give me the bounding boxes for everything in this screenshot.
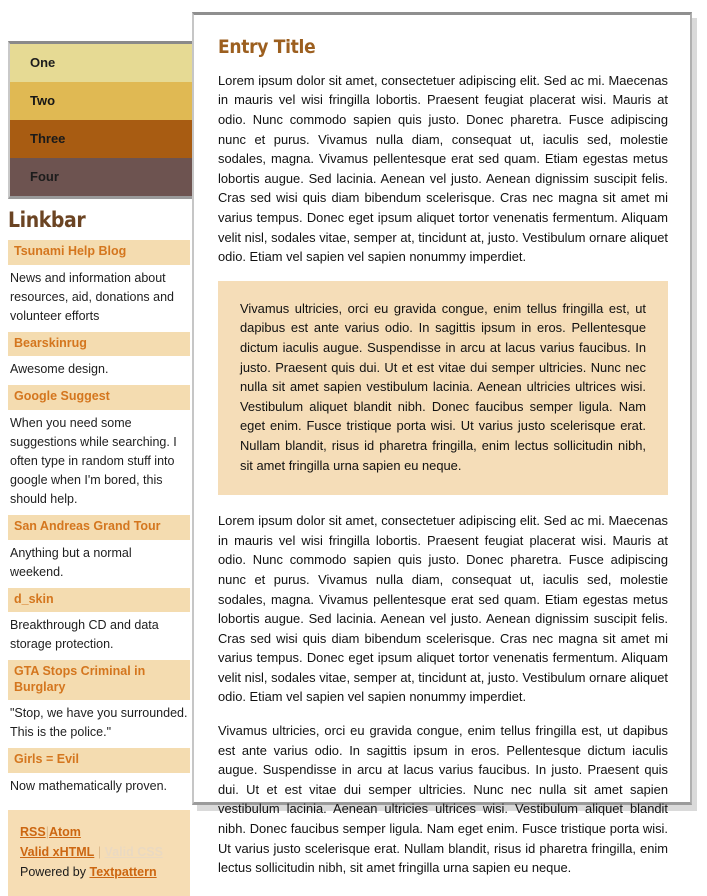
entry-blockquote-text: Vivamus ultricies, orci eu gravida congu… — [240, 300, 646, 473]
valid-css-link[interactable]: Valid CSS — [105, 845, 163, 859]
feed-links-row: RSS|Atom — [20, 822, 180, 842]
linkbar-link-title[interactable]: Tsunami Help Blog — [8, 240, 190, 265]
sidebar-footer: RSS|Atom Valid xHTML | Valid CSS Powered… — [8, 810, 190, 896]
linkbar-link-title[interactable]: Girls = Evil — [8, 748, 190, 774]
sidebar: One Two Three Four Linkbar Tsunami Help … — [0, 0, 196, 896]
linkbar-link-description: "Stop, we have you surrounded. This is t… — [10, 706, 188, 740]
linkbar-title: Linkbar — [8, 208, 86, 232]
entry-title: Entry Title — [218, 36, 316, 58]
linkbar-link-description: News and information about resources, ai… — [10, 270, 174, 323]
powered-by-row: Powered by Textpattern — [20, 862, 180, 882]
linkbar-link-title[interactable]: Bearskinrug — [8, 331, 190, 357]
linkbar-link-description: Breakthrough CD and data storage protect… — [10, 618, 159, 652]
linkbar-link-description: When you need some suggestions while sea… — [10, 415, 177, 506]
nav-item-two[interactable]: Two — [10, 82, 192, 120]
nav-item-one[interactable]: One — [10, 44, 192, 82]
validation-links-row: Valid xHTML | Valid CSS — [20, 842, 180, 862]
linkbar-link-title[interactable]: Google Suggest — [8, 385, 190, 410]
nav-item-label: One — [30, 55, 56, 70]
content-panel: Entry Title Lorem ipsum dolor sit amet, … — [192, 12, 692, 875]
linkbar-link-description: Awesome design. — [10, 362, 109, 377]
separator: | — [97, 845, 102, 860]
linkbar: Linkbar Tsunami Help Blog News and infor… — [8, 208, 190, 896]
linkbar-link-description: Now mathematically proven. — [10, 779, 168, 794]
textpattern-link[interactable]: Textpattern — [90, 865, 157, 879]
entry-paragraph: Lorem ipsum dolor sit amet, consectetuer… — [218, 513, 668, 705]
nav-item-four[interactable]: Four — [10, 158, 192, 196]
entry-paragraph: Lorem ipsum dolor sit amet, consectetuer… — [218, 72, 668, 265]
rss-link[interactable]: RSS — [20, 825, 46, 839]
nav-menu: One Two Three Four — [8, 41, 194, 199]
linkbar-link-description: Anything but a normal weekend. — [10, 545, 132, 579]
nav-item-label: Two — [30, 93, 56, 108]
linkbar-link-title[interactable]: d_skin — [8, 587, 190, 613]
nav-item-three[interactable]: Three — [10, 120, 192, 158]
entry-blockquote: Vivamus ultricies, orci eu gravida congu… — [218, 280, 668, 496]
entry-paragraph: Vivamus ultricies, orci eu gravida congu… — [218, 723, 668, 876]
atom-link[interactable]: Atom — [49, 825, 81, 839]
linkbar-link-title[interactable]: GTA Stops Criminal in Burglary — [8, 660, 190, 701]
valid-xhtml-link[interactable]: Valid xHTML — [20, 845, 94, 859]
nav-item-label: Four — [30, 169, 59, 184]
powered-by-label: Powered by — [20, 865, 87, 880]
linkbar-link-title[interactable]: San Andreas Grand Tour — [8, 514, 190, 540]
nav-item-label: Three — [30, 131, 66, 146]
